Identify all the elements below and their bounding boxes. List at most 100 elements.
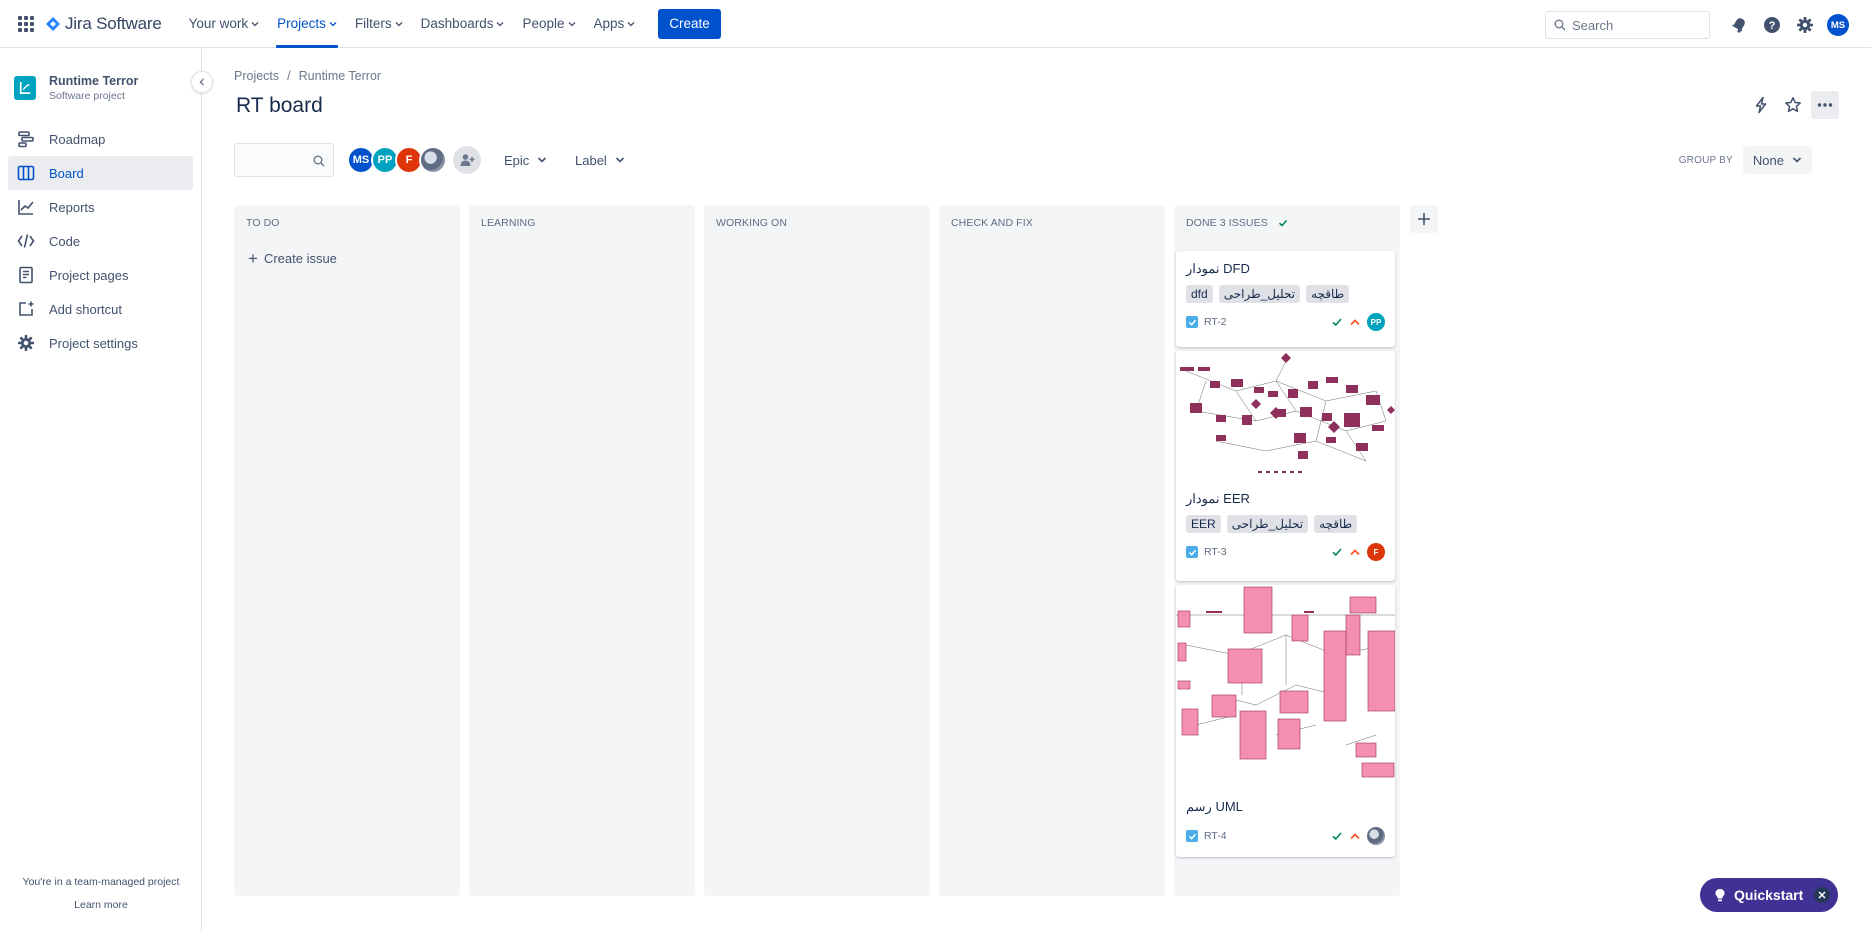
app-switcher-icon[interactable]	[10, 8, 42, 40]
issue-summary: رسم UML	[1186, 799, 1243, 814]
member-avatars: MS PP F	[347, 146, 481, 174]
sidebar-item-label: Project pages	[49, 267, 129, 283]
issue-summary: نمودار DFD	[1186, 261, 1250, 276]
jira-diamond-icon	[46, 16, 60, 31]
sidebar-item-label: Code	[49, 233, 81, 249]
add-column-button[interactable]	[1410, 205, 1438, 233]
column-title-done: DONE 3 ISSUES	[1186, 217, 1288, 229]
issue-labels: dfd تحلیل_طراحی طاقچه	[1176, 285, 1395, 303]
add-shortcut-icon	[19, 301, 34, 316]
card-cover-image	[1176, 585, 1395, 785]
board-column-todo: TO DO + Create issue	[234, 205, 460, 896]
avatar-photo[interactable]	[419, 146, 447, 174]
board-main: Projects / Runtime Terror RT board MS PP F…	[234, 49, 1871, 931]
task-type-icon	[1186, 316, 1198, 328]
chevron-down-icon	[395, 21, 403, 26]
quickstart-button[interactable]: Quickstart	[1700, 878, 1838, 912]
notifications-icon[interactable]	[1723, 9, 1755, 41]
chevron-down-icon	[1792, 157, 1802, 163]
chevron-left-icon	[199, 78, 204, 86]
assignee-avatar[interactable]: PP	[1367, 313, 1385, 331]
nav-your-work[interactable]: Your work	[180, 0, 269, 48]
project-name: Runtime Terror	[49, 74, 139, 88]
nav-people[interactable]: People	[513, 0, 584, 48]
create-issue-button[interactable]: + Create issue	[248, 250, 337, 267]
user-avatar[interactable]: MS	[1827, 14, 1849, 36]
nav-dashboards[interactable]: Dashboards	[412, 0, 514, 48]
sidebar-item-project-settings[interactable]: Project settings	[8, 326, 193, 360]
column-title: DONE 3 ISSUES	[1186, 217, 1268, 229]
issue-card-rt-4[interactable]: رسم UML RT-4	[1176, 585, 1395, 857]
chevron-down-icon	[251, 21, 259, 26]
epic-filter[interactable]: Epic	[504, 143, 547, 177]
help-icon[interactable]: ?	[1756, 9, 1788, 41]
nav-projects[interactable]: Projects	[268, 0, 346, 48]
chevron-down-icon	[538, 157, 547, 163]
sidebar-item-code[interactable]: Code	[8, 224, 193, 258]
chevron-down-icon	[568, 21, 575, 26]
sidebar-item-project-pages[interactable]: Project pages	[8, 258, 193, 292]
search-placeholder: Search	[1572, 17, 1614, 33]
team-managed-note: You're in a team-managed project	[22, 876, 180, 888]
jira-logo[interactable]: Jira Software	[46, 8, 162, 40]
sidebar-item-add-shortcut[interactable]: Add shortcut	[8, 292, 193, 326]
sidebar-item-board[interactable]: Board	[8, 156, 193, 190]
pages-icon	[19, 266, 33, 284]
column-title: CHECK AND FIX	[951, 217, 1033, 229]
star-icon[interactable]	[1779, 91, 1807, 119]
more-actions-icon[interactable]	[1811, 91, 1839, 119]
column-title: LEARNING	[481, 217, 536, 229]
settings-gear-icon[interactable]	[1789, 9, 1821, 41]
project-header[interactable]: Runtime Terror Software project	[0, 49, 201, 102]
sidebar-item-label: Roadmap	[49, 131, 106, 147]
issue-card-rt-3[interactable]: نمودار EER EER تحلیل_طراحی طاقچه RT-3 F	[1176, 351, 1395, 581]
issue-card-rt-2[interactable]: نمودار DFD dfd تحلیل_طراحی طاقچه RT-2 PP	[1176, 251, 1395, 347]
issue-label: طاقچه	[1306, 285, 1350, 303]
create-issue-label: Create issue	[263, 251, 337, 266]
board-column-working-on: WORKING ON	[704, 205, 930, 896]
board-column-learning: LEARNING	[469, 205, 695, 896]
nav-apps[interactable]: Apps	[585, 0, 645, 48]
issue-labels: EER تحلیل_طراحی طاقچه	[1176, 515, 1395, 533]
issue-label: تحلیل_طراحی	[1218, 285, 1301, 303]
nav-people-label: People	[522, 16, 565, 31]
project-avatar-icon	[14, 76, 36, 100]
sidebar-item-label: Add shortcut	[49, 301, 122, 317]
add-people-icon[interactable]	[453, 146, 481, 174]
sidebar-item-reports[interactable]: Reports	[8, 190, 193, 224]
gear-icon	[18, 335, 34, 351]
nav-filters-label: Filters	[354, 16, 392, 31]
group-by-control: GROUP BY None	[1679, 146, 1812, 174]
epic-filter-label: Epic	[504, 152, 530, 168]
chevron-down-icon	[497, 21, 504, 26]
create-button[interactable]: Create	[658, 8, 721, 39]
page-title: RT board	[236, 94, 323, 117]
column-title: WORKING ON	[716, 217, 787, 229]
collapse-sidebar-button[interactable]	[191, 71, 213, 93]
card-cover-image	[1176, 351, 1395, 481]
board-search-input[interactable]	[234, 143, 334, 177]
reports-icon	[18, 200, 34, 215]
roadmap-icon	[18, 131, 34, 148]
svg-text:?: ?	[1769, 20, 1776, 32]
breadcrumb-projects[interactable]: Projects	[234, 69, 279, 83]
done-check-icon	[1332, 832, 1342, 841]
plus-icon: +	[248, 249, 258, 268]
learn-more-link[interactable]: Learn more	[0, 899, 202, 911]
assignee-avatar[interactable]: F	[1367, 543, 1385, 561]
breadcrumb-project[interactable]: Runtime Terror	[299, 69, 381, 83]
issue-label: تحلیل_طراحی	[1226, 515, 1309, 533]
quickstart-label: Quickstart	[1734, 887, 1804, 903]
sidebar-item-roadmap[interactable]: Roadmap	[8, 122, 193, 156]
nav-filters[interactable]: Filters	[346, 0, 412, 48]
automation-icon[interactable]	[1747, 91, 1775, 119]
issue-label: EER	[1186, 515, 1221, 533]
nav-projects-label: Projects	[277, 16, 326, 31]
label-filter[interactable]: Label	[575, 143, 625, 177]
breadcrumb: Projects / Runtime Terror	[234, 69, 381, 83]
group-by-select[interactable]: None	[1742, 146, 1812, 174]
global-search-input[interactable]: Search	[1545, 11, 1710, 39]
assignee-avatar-photo[interactable]	[1367, 827, 1385, 845]
plus-icon	[1418, 213, 1430, 225]
close-icon[interactable]	[1814, 887, 1830, 903]
